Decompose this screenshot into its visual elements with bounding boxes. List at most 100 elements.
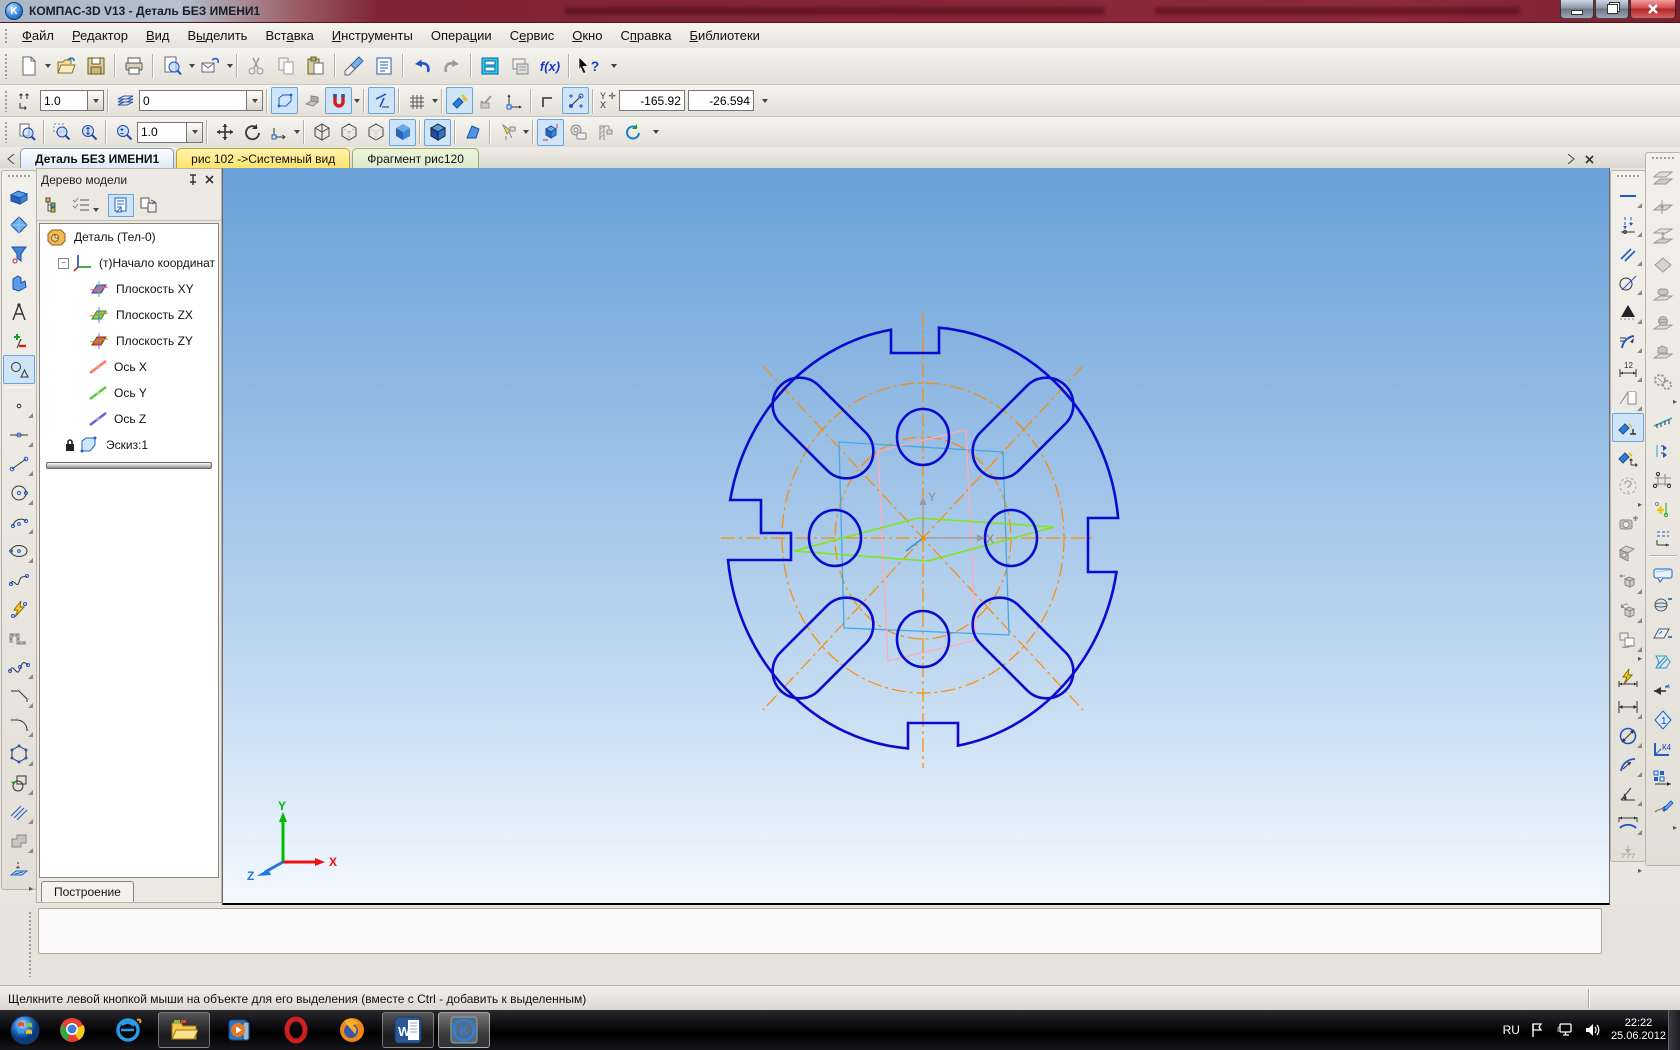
language-indicator[interactable]: RU <box>1503 1023 1520 1037</box>
tab-drawing-102[interactable]: рис 102 ->Системный вид <box>176 148 351 168</box>
menu-tools[interactable]: Инструменты <box>323 25 422 46</box>
variables-button[interactable] <box>505 51 535 81</box>
kompas-app-icon[interactable]: K <box>5 2 23 20</box>
tree-item-axis-x[interactable]: Ось X <box>40 354 218 380</box>
tree-item-axis-y[interactable]: Ось Y <box>40 380 218 406</box>
tree-item-origin[interactable]: − (т)Начало координат <box>40 250 218 276</box>
hatch-zigzag-button[interactable] <box>1647 647 1679 676</box>
tab-detail[interactable]: Деталь БЕЗ ИМЕНИ1 <box>20 148 175 168</box>
point-plus-button[interactable] <box>1647 494 1679 523</box>
taskbar-firefox[interactable] <box>326 1012 378 1048</box>
light-caret[interactable] <box>523 130 529 134</box>
menu-service[interactable]: Сервис <box>501 25 564 46</box>
print-button[interactable] <box>119 51 149 81</box>
angle-dimension-button[interactable] <box>1612 779 1644 808</box>
refresh-button[interactable] <box>618 119 645 146</box>
right-inner-endgrip-1[interactable]: ▸ <box>1611 500 1645 509</box>
tool-polygon-button[interactable] <box>3 739 35 768</box>
tabs-close[interactable] <box>1582 152 1596 166</box>
toolbar-view-overflow[interactable] <box>651 130 659 134</box>
tool-hatch-button[interactable] <box>3 797 35 826</box>
tool-auxline-button[interactable] <box>3 420 35 449</box>
diameter-dimension-button[interactable] <box>1612 721 1644 750</box>
left-panel-grip[interactable] <box>7 174 31 179</box>
cut-button[interactable] <box>241 51 271 81</box>
move-axes-button[interactable] <box>500 87 527 114</box>
scale-dropdown[interactable] <box>187 121 203 143</box>
record-button[interactable] <box>564 119 591 146</box>
tab-construction[interactable]: Построение <box>41 881 134 902</box>
tool-ellipse-button[interactable] <box>3 536 35 565</box>
copy-objects-button[interactable] <box>1612 625 1644 654</box>
menu-operations[interactable]: Операции <box>422 25 501 46</box>
panel-sheetmetal-button[interactable] <box>3 268 35 297</box>
right-outer-endgrip-1[interactable]: ▸ <box>1646 395 1680 407</box>
start-button[interactable] <box>6 1012 44 1048</box>
tool-bezier-button[interactable] <box>3 594 35 623</box>
new-document-button[interactable] <box>13 51 43 81</box>
tool-arc-button[interactable] <box>3 507 35 536</box>
step-spin[interactable] <box>88 90 104 111</box>
origin-point[interactable] <box>921 536 925 540</box>
tangent-circle-button[interactable] <box>1612 268 1644 297</box>
orientation-button[interactable] <box>537 118 564 146</box>
properties-button[interactable] <box>369 51 399 81</box>
tree-item-axis-z[interactable]: Ось Z <box>40 406 218 432</box>
solid-preview-button[interactable] <box>298 87 325 114</box>
property-bar[interactable] <box>38 908 1602 954</box>
zoom-window-button[interactable] <box>48 119 75 146</box>
tree-item-part[interactable]: Деталь (Тел-0) <box>40 224 218 250</box>
toolbar-view-grip[interactable] <box>4 121 9 143</box>
pan-button[interactable] <box>211 119 238 146</box>
tool-offset-button[interactable] <box>3 623 35 652</box>
arrow-cond-button[interactable] <box>1647 676 1679 705</box>
mid-plane-button[interactable] <box>1647 221 1679 250</box>
collapse-icon[interactable]: − <box>58 257 69 269</box>
offset-plane-button[interactable] <box>1647 163 1679 192</box>
tool-spline-button[interactable] <box>3 652 35 681</box>
shift-caret[interactable] <box>294 130 300 134</box>
redo-button[interactable] <box>437 51 467 81</box>
tool-segment-button[interactable] <box>3 449 35 478</box>
coord-y-input[interactable] <box>618 90 685 111</box>
network-icon[interactable] <box>1556 1022 1574 1038</box>
library-manager-button[interactable] <box>475 51 505 81</box>
right-inner-grip[interactable] <box>1616 174 1640 179</box>
snap-caret[interactable] <box>354 98 360 103</box>
menu-view[interactable]: Вид <box>137 25 179 46</box>
taskbar-ie[interactable] <box>102 1012 154 1048</box>
move-flashlight-button[interactable] <box>1612 442 1644 471</box>
open-button[interactable] <box>51 51 81 81</box>
light-button[interactable] <box>494 119 521 146</box>
function-button[interactable]: f(x) <box>535 51 565 81</box>
cone-button[interactable] <box>1612 297 1644 326</box>
right-outer-grip[interactable] <box>1651 156 1675 161</box>
send-mail-button[interactable] <box>195 51 225 81</box>
tree-relations-button[interactable] <box>136 194 162 217</box>
taskbar-media-player[interactable] <box>214 1012 266 1048</box>
perspective-button[interactable] <box>459 119 486 146</box>
copy-button[interactable] <box>271 51 301 81</box>
shaded-button[interactable] <box>389 118 416 146</box>
show-desktop-button[interactable] <box>1668 1010 1680 1050</box>
zoom-updown-button[interactable] <box>75 119 102 146</box>
menu-window[interactable]: Окно <box>563 25 611 46</box>
local-csys-button[interactable] <box>446 87 473 114</box>
step-input[interactable] <box>40 90 88 111</box>
grid-button[interactable] <box>403 87 430 114</box>
tool-chamfer-button[interactable] <box>3 681 35 710</box>
tree-structure-button[interactable] <box>40 194 66 217</box>
tab-fragment-120[interactable]: Фрагмент рис120 <box>352 148 479 168</box>
cylinder-surface-button[interactable] <box>1647 279 1679 308</box>
signature-pen-button[interactable] <box>1647 792 1679 821</box>
tree-close-icon[interactable] <box>201 172 217 187</box>
triangles-down-button[interactable] <box>1647 436 1679 465</box>
help-disabled-button[interactable] <box>1612 471 1644 500</box>
section-button[interactable] <box>1612 384 1644 413</box>
zoom-scale-button[interactable] <box>110 119 137 146</box>
left-panel-endgrip[interactable]: ▸ <box>2 884 36 893</box>
parallel-lines-button[interactable] <box>1612 239 1644 268</box>
shaded-edges-button[interactable] <box>424 118 451 146</box>
paste-button[interactable] <box>301 51 331 81</box>
right-inner-endgrip-2[interactable]: ▸ <box>1611 654 1645 663</box>
